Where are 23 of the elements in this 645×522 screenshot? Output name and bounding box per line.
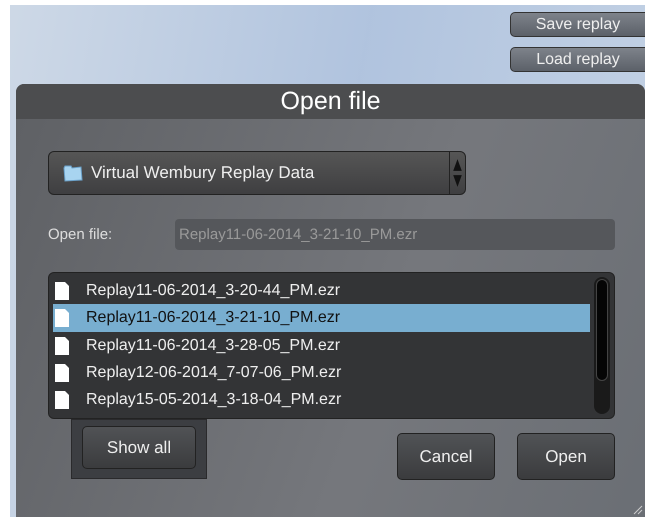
folder-icon (63, 164, 83, 182)
file-row[interactable]: Replay11-06-2014_3-21-10_PM.ezr (53, 304, 590, 332)
show-all-button[interactable]: Show all (82, 426, 196, 469)
folder-dropdown[interactable]: Virtual Wembury Replay Data (48, 151, 466, 195)
file-row[interactable]: Replay15-05-2014_3-18-04_PM.ezr (53, 386, 590, 414)
open-file-label: Open file: (48, 226, 114, 243)
dialog-title: Open file (16, 84, 645, 119)
scrollbar[interactable] (594, 277, 610, 414)
dialog-button[interactable]: Open (517, 433, 615, 480)
replay-button[interactable]: Load replay (510, 47, 645, 72)
file-row[interactable]: Replay11-06-2014_3-20-44_PM.ezr (53, 277, 590, 304)
document-icon (55, 391, 69, 410)
file-row[interactable]: Replay12-06-2014_7-07-06_PM.ezr (53, 359, 590, 387)
resize-grip-icon[interactable] (631, 503, 643, 515)
document-icon (55, 282, 69, 300)
document-icon (55, 364, 69, 382)
document-icon (55, 309, 69, 328)
replay-button[interactable]: Save replay (510, 12, 645, 37)
scrollbar-thumb[interactable] (596, 279, 608, 381)
dialog-button[interactable]: Cancel (397, 433, 495, 480)
dropdown-value: Virtual Wembury Replay Data (91, 163, 316, 183)
file-row[interactable]: Replay11-06-2014_3-28-05_PM.ezr (53, 332, 590, 360)
document-icon (55, 336, 69, 355)
